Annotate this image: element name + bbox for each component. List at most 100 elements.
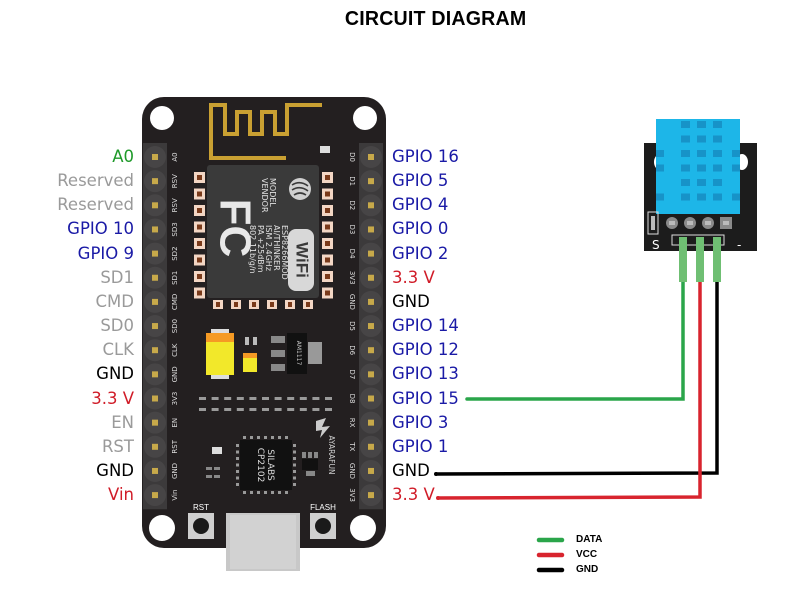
sensor-resistor xyxy=(651,216,655,230)
rst-button-cap[interactable] xyxy=(193,518,209,534)
silk-label-gnd: GND xyxy=(348,294,356,310)
mount-hole xyxy=(150,106,174,130)
right-pin-label: 3.3 V xyxy=(392,267,435,287)
module-text-line: VENDOR xyxy=(260,178,269,213)
chip-pin xyxy=(250,436,253,439)
smd-pad xyxy=(262,408,269,411)
module-pad-hole xyxy=(197,208,202,213)
silk-label-rsv: RSV xyxy=(171,174,179,188)
sensor-vent xyxy=(697,150,706,157)
silk-label-rst: RST xyxy=(171,439,179,453)
module-pad-hole xyxy=(325,208,330,213)
sensor-pin-highlight xyxy=(705,221,711,225)
smd-pad xyxy=(262,397,269,400)
left-pin-label: GPIO 10 xyxy=(67,219,134,239)
header-pin xyxy=(152,154,158,160)
smd-pad xyxy=(224,408,232,411)
module-pad-hole xyxy=(325,224,330,230)
silk-label-rx: RX xyxy=(348,418,356,428)
legend xyxy=(536,537,565,573)
module-pad-hole xyxy=(197,274,202,279)
left-pin-label: RST xyxy=(101,436,134,456)
right-pin-label: GPIO 0 xyxy=(392,219,449,239)
mount-hole xyxy=(149,515,175,541)
resistor-pad xyxy=(253,337,257,345)
flash-button-cap[interactable] xyxy=(315,518,331,534)
silk-label-3v3: 3V3 xyxy=(171,392,179,406)
right-pin-label: 3.3 V xyxy=(392,485,435,505)
header-pin xyxy=(152,419,158,426)
silk-label-d7: D7 xyxy=(348,369,356,379)
right-pin-label: GPIO 3 xyxy=(392,412,449,432)
smd-pad xyxy=(274,408,282,411)
left-pin-label: CMD xyxy=(95,291,134,311)
regulator-tab xyxy=(308,342,322,364)
sensor-lead-vcc xyxy=(696,237,704,282)
sensor-vent xyxy=(713,135,722,143)
sensor-vent xyxy=(656,193,664,201)
silk-label-clk: CLK xyxy=(171,343,179,357)
capacitor-cap xyxy=(211,329,229,333)
header-pin xyxy=(368,443,374,450)
silk-label-d5: D5 xyxy=(348,321,356,331)
left-pin-label: GND xyxy=(96,364,134,384)
silk-label-vin: Vin xyxy=(171,490,179,501)
smd-pad xyxy=(199,397,206,400)
smd-pad xyxy=(236,408,244,411)
silk-label-tx: TX xyxy=(348,441,356,451)
chip-pin xyxy=(278,436,281,439)
left-pin-label: SD1 xyxy=(100,267,134,287)
header-pin xyxy=(368,347,374,354)
sensor-vent xyxy=(713,121,722,128)
smd-pad xyxy=(249,397,257,400)
chip-pin xyxy=(257,436,260,439)
left-pin-label: Reserved xyxy=(57,171,134,191)
legend-label-vcc: VCC xyxy=(576,549,598,560)
left-pin-label: GND xyxy=(96,460,134,480)
led-indicator xyxy=(320,146,330,153)
header-pin xyxy=(368,178,374,185)
chip-pin xyxy=(278,491,281,494)
module-pad-hole xyxy=(325,191,330,197)
sensor-vent xyxy=(697,164,706,172)
silk-label-gnd: GND xyxy=(348,463,356,479)
header-pin xyxy=(152,467,158,474)
resistor-pad xyxy=(245,337,249,345)
brand-label: AYARAFUN xyxy=(327,435,336,474)
smd-pad xyxy=(312,408,320,411)
mount-hole xyxy=(350,515,376,541)
module-pad-hole xyxy=(197,224,202,230)
chip-pin xyxy=(236,463,239,467)
left-pin-label: Reserved xyxy=(57,195,134,215)
chip-pin xyxy=(236,450,239,454)
silk-label-gnd: GND xyxy=(171,463,179,479)
sensor-pin-highlight xyxy=(669,221,675,225)
header-pin xyxy=(152,323,158,330)
chip-label-model: CP2102 xyxy=(255,448,265,483)
sensor-lead-data xyxy=(679,237,687,282)
silk-label-sd0: SD0 xyxy=(171,319,179,333)
smd-pad xyxy=(224,397,232,400)
module-pad-hole xyxy=(197,290,202,296)
chip-pin xyxy=(285,436,288,439)
sensor-lead-gnd xyxy=(713,237,721,282)
regulator-pin xyxy=(271,364,285,371)
rst-button-label: RST xyxy=(193,503,209,512)
transistor xyxy=(302,459,318,470)
sensor-vent xyxy=(732,193,740,201)
smd-pad xyxy=(287,397,295,400)
silk-label-d4: D4 xyxy=(348,249,356,259)
left-pin-label: Vin xyxy=(108,485,134,505)
legend-label-gnd: GND xyxy=(576,564,599,575)
silk-label-d0: D0 xyxy=(348,152,356,162)
header-pin xyxy=(152,298,158,305)
capacitor-cap xyxy=(211,375,229,379)
right-pin-label: GPIO 12 xyxy=(392,340,459,360)
sensor-vent xyxy=(697,121,706,128)
header-pin xyxy=(368,467,374,474)
chip-pin xyxy=(243,436,246,439)
sensor-vent xyxy=(681,164,690,172)
dht11-sensor: S - xyxy=(644,119,757,282)
sensor-pin-highlight xyxy=(723,221,729,225)
header-pin xyxy=(368,395,374,402)
